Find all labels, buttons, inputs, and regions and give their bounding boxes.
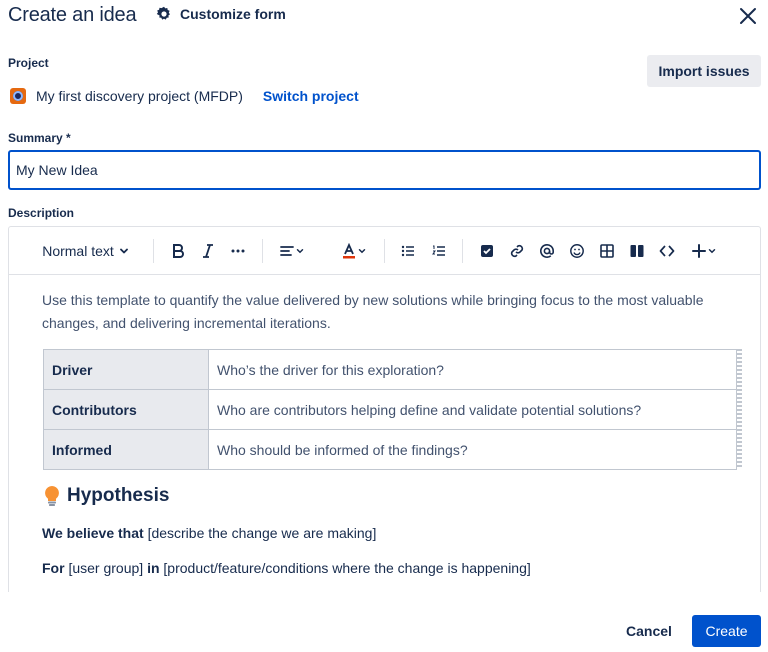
cancel-button[interactable]: Cancel (613, 615, 685, 647)
text-style-dropdown[interactable]: Normal text (39, 239, 133, 263)
bold-text: in (147, 560, 160, 576)
hypothesis-heading: Hypothesis (43, 485, 169, 507)
bold-text: We believe that (42, 525, 144, 541)
code-icon (659, 245, 675, 257)
table-icon (600, 244, 614, 258)
hypothesis-line-1: We believe that [describe the change we … (42, 525, 376, 541)
layout-icon (630, 245, 644, 257)
mention-icon (540, 244, 554, 258)
italic-icon (203, 244, 213, 258)
insert-dropdown[interactable] (687, 239, 721, 263)
switch-project-link[interactable]: Switch project (263, 88, 359, 104)
table-header-cell[interactable]: Driver (43, 349, 209, 390)
close-icon (740, 8, 756, 24)
description-label: Description (8, 206, 75, 220)
editor-toolbar: Normal text (9, 227, 760, 275)
bold-text: For (42, 560, 65, 576)
lightbulb-icon (45, 486, 59, 506)
bold-button[interactable] (166, 239, 190, 263)
customize-form-button[interactable]: Customize form (156, 6, 286, 22)
numbered-list-button[interactable] (427, 239, 451, 263)
table-resize-handle[interactable] (737, 349, 742, 469)
italic-button[interactable] (196, 239, 220, 263)
project-avatar-icon (10, 88, 26, 104)
summary-label: Summary * (8, 131, 71, 145)
mention-button[interactable] (535, 239, 559, 263)
table-row: Informed Who should be informed of the f… (43, 429, 737, 470)
align-icon (280, 246, 294, 256)
description-editor[interactable]: Normal text Use this template to quantif… (8, 226, 761, 592)
dialog-title: Create an idea (8, 4, 137, 26)
table-cell[interactable]: Who are contributors helping define and … (208, 389, 737, 430)
more-formatting-icon (231, 249, 245, 253)
table-button[interactable] (595, 239, 619, 263)
chevron-down-icon (708, 249, 716, 254)
table-header-cell[interactable]: Informed (43, 429, 209, 470)
table-row: Contributors Who are contributors helpin… (43, 389, 737, 430)
chevron-down-icon (358, 249, 366, 254)
import-issues-button[interactable]: Import issues (647, 55, 761, 87)
insert-icon (692, 244, 706, 258)
toolbar-divider (153, 239, 154, 263)
project-name: My first discovery project (MFDP) (36, 88, 243, 104)
table-header-cell[interactable]: Contributors (43, 389, 209, 430)
placeholder-text: [describe the change we are making] (147, 525, 377, 541)
dialog-header: Create an idea Customize form (8, 0, 760, 32)
layout-button[interactable] (625, 239, 649, 263)
gear-icon (156, 6, 170, 20)
link-button[interactable] (505, 239, 529, 263)
project-row: My first discovery project (MFDP) Switch… (10, 86, 359, 106)
table-cell[interactable]: Who should be informed of the findings? (208, 429, 737, 470)
align-dropdown[interactable] (275, 239, 309, 263)
toolbar-divider (462, 239, 463, 263)
template-intro: Use this template to quantify the value … (42, 292, 704, 331)
numbered-list-icon (432, 245, 445, 256)
chevron-down-icon (296, 249, 304, 254)
emoji-button[interactable] (565, 239, 589, 263)
text-color-icon (343, 243, 355, 259)
toolbar-divider (262, 239, 263, 263)
chevron-down-icon (119, 248, 128, 254)
create-button[interactable]: Create (692, 615, 761, 647)
link-icon (510, 244, 524, 258)
checkbox-icon (481, 245, 493, 257)
code-button[interactable] (655, 239, 679, 263)
customize-form-label: Customize form (180, 6, 286, 22)
toolbar-divider (384, 239, 385, 263)
placeholder-text: [product/feature/conditions where the ch… (163, 560, 531, 576)
hypothesis-line-2: For [user group] in [product/feature/con… (42, 560, 531, 576)
project-label: Project (8, 56, 49, 70)
summary-input[interactable] (8, 150, 761, 190)
more-formatting-button[interactable] (226, 239, 250, 263)
action-item-button[interactable] (475, 239, 499, 263)
table-cell[interactable]: Who’s the driver for this exploration? (208, 349, 737, 390)
close-button[interactable] (736, 4, 760, 28)
text-style-label: Normal text (42, 243, 114, 259)
table-row: Driver Who’s the driver for this explora… (43, 349, 737, 390)
hypothesis-title: Hypothesis (67, 485, 170, 506)
text-color-dropdown[interactable] (337, 239, 371, 263)
placeholder-text: [user group] (68, 560, 144, 576)
bullet-list-icon (401, 245, 414, 257)
bullet-list-button[interactable] (396, 239, 420, 263)
template-table: Driver Who’s the driver for this explora… (43, 349, 737, 470)
emoji-icon (570, 244, 584, 258)
bold-icon (173, 244, 184, 258)
